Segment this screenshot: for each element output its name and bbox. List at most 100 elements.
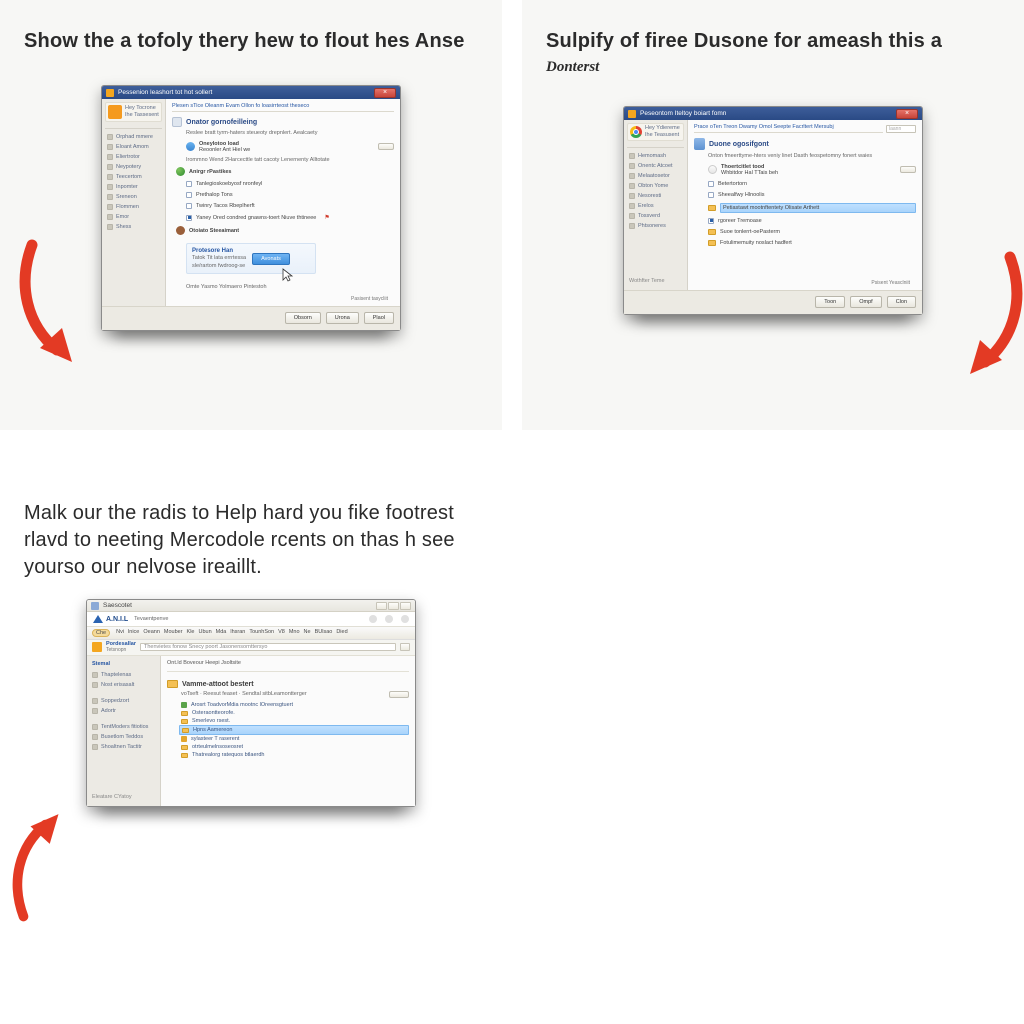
main-pane: Ont.ld Boveour Heepi Jsoltsite Vamme-att… [161, 656, 415, 806]
panel-1: Show the a tofoly thery hew to flout hes… [0, 0, 502, 430]
more-icon[interactable] [401, 615, 409, 623]
sidebar-hdr-line1: Hey Tocrone [125, 106, 159, 112]
list-item[interactable]: sylasteer T raserent [179, 735, 409, 743]
sidebar-item[interactable]: Erelos [627, 202, 684, 210]
highlighted-row[interactable]: Petiastawt mootnftentety Olisate Arthett [694, 202, 916, 214]
option-row[interactable]: Tanlegioskoebyosf nronfeyl [172, 180, 394, 188]
sidebar-hdr-line1: Hey Ydiereme [645, 126, 680, 132]
sidebar-item[interactable]: Emor [105, 213, 162, 221]
section-title: Onator gornofeilleing [186, 119, 257, 126]
sidebar-item[interactable]: Sreneon [105, 193, 162, 201]
folder-icon [181, 753, 188, 758]
dialog-2: Peseontom Iteltoy boiart fomn × Hey Ydie… [623, 106, 923, 315]
list-row[interactable]: Suoe tonlerrt-oePasterm [694, 228, 916, 236]
sidebar-item[interactable]: TentModers fitiotios [90, 723, 157, 731]
list-row[interactable]: rgoreer Tremoase [694, 217, 916, 225]
menu-strip[interactable]: Che NvilniceOeann MouberKleUbun Mdalhsra… [87, 627, 415, 640]
sidebar-item[interactable]: Obton Yome [627, 182, 684, 190]
tab-strip[interactable]: Prace oTen Treon Dwamy Omol Seepte Facrl… [694, 124, 883, 133]
sidebar-item[interactable]: Onentc Atcoet [627, 162, 684, 170]
close-icon[interactable]: × [896, 109, 918, 119]
brand-bar: A.N.I.L Tevaentpenve [87, 612, 415, 627]
explorer-body: Stemal Thaptelenas Nost erisasalt Sopped… [87, 656, 415, 806]
close-icon[interactable]: × [374, 88, 396, 98]
list-item-selected[interactable]: Hpns Aamereon [179, 725, 409, 735]
sidebar-item[interactable]: Tossverd [627, 212, 684, 220]
sidebar-item[interactable]: Nost erisasalt [90, 681, 157, 689]
sidebar-item[interactable]: Busetlom Teddos [90, 733, 157, 741]
dialog-button[interactable]: Plaol [364, 312, 394, 324]
sidebar-footer[interactable]: Eleatare CYatoy [90, 792, 157, 803]
dialog-1: Pessenion leashort tot hot sollert × Hey… [101, 85, 401, 331]
option-row[interactable]: Yaney Ored condred gnawns-toert Niuve th… [172, 213, 394, 222]
gear-icon[interactable] [385, 615, 393, 623]
sidebar-item[interactable]: Soppedzort [90, 697, 157, 705]
sidebar-item[interactable]: Teecertom [105, 173, 162, 181]
dialog-button[interactable]: Urona [326, 312, 359, 324]
toggle[interactable] [389, 691, 409, 698]
section-header: Duone ogosifgont [694, 138, 916, 150]
globe-icon [176, 167, 185, 176]
doc-icon [708, 165, 717, 174]
panel-2-caption: Sulpify of firee Dusone for ameash this … [546, 28, 1000, 55]
sidebar-item[interactable]: Hemomash [627, 152, 684, 160]
panel-1-caption: Show the a tofoly thery hew to flout hes… [24, 28, 478, 55]
go-button[interactable] [400, 643, 410, 651]
chrome-icon [630, 126, 642, 138]
app-icon [91, 602, 99, 610]
folder-icon [181, 745, 188, 750]
sidebar-item[interactable]: Inpomter [105, 183, 162, 191]
list-item[interactable]: Arosrt ToadvorMdia mootnc lOreensgtuert [179, 701, 409, 709]
sidebar-item[interactable]: Phtsoneres [627, 222, 684, 230]
sidebar-item[interactable]: Eloant Amom [105, 143, 162, 151]
list-item[interactable]: Thatrealorg ratequos btlaerdh [179, 751, 409, 759]
section-subtitle: Reslee bratt tyrm-haters steueoty drepnl… [172, 130, 394, 137]
info-row: Thoertcitlet tood Whbitdor Hal TTais beh [694, 163, 916, 177]
sidebar: Stemal Thaptelenas Nost erisasalt Sopped… [87, 656, 161, 806]
settings-icon [172, 117, 182, 127]
sidebar-item[interactable]: Eliertrotor [105, 153, 162, 161]
sidebar-item[interactable]: Shoaltnen Tactitr [90, 743, 157, 751]
search-input[interactable]: laann [886, 125, 916, 133]
sidebar-item[interactable]: Thaptelenas [90, 671, 157, 679]
folder-icon [182, 728, 189, 733]
sidebar-item[interactable]: Neypotery [105, 163, 162, 171]
window-buttons[interactable] [376, 602, 411, 610]
option-row[interactable]: Sheealfwy Hlnoolis [694, 191, 916, 199]
section-subtitle: voTseft · Reesut feaset · Sendtal sitbLe… [181, 691, 307, 698]
list-item[interactable]: otrteulmelnsoseosret [179, 743, 409, 751]
explorer-window: Saescotet A.N.I.L Tevaentpenve Che Nviln… [86, 599, 416, 807]
option-row[interactable]: Betertortorn [694, 180, 916, 188]
sidebar-item[interactable]: Adortr [90, 707, 157, 715]
brand-logo: A.N.I.L [93, 615, 128, 623]
help-icon[interactable] [369, 615, 377, 623]
toggle[interactable] [900, 166, 916, 173]
toggle[interactable] [378, 143, 394, 150]
address-field[interactable]: Thenvietes fonow Snecy poort Jasonensorn… [140, 643, 396, 651]
info-note: Irommno Wend 2Harcecttle tatt cacoty Len… [172, 157, 394, 164]
option-row[interactable]: Prethalop Tons [172, 191, 394, 199]
dialog-button[interactable]: Clon [887, 296, 916, 308]
sidebar-item[interactable]: Melaatosetor [627, 172, 684, 180]
list-item[interactable]: Osteraontteorofe. [179, 709, 409, 717]
tab-strip[interactable]: Plesen sTice Oleanm Evam Ollon fo loasir… [172, 103, 394, 112]
dialog-button[interactable]: Toon [815, 296, 845, 308]
dialog-button[interactable]: Obsorn [285, 312, 321, 324]
sidebar-hdr-line2: Ihe Teasusent [645, 133, 680, 139]
sidebar-item[interactable]: Flommen [105, 203, 162, 211]
list-row[interactable]: Fotulimemuity noslact hadfert [694, 239, 916, 247]
tabline[interactable]: Ont.ld Boveour Heepi Jsoltsite [167, 660, 409, 669]
callout-arrow-icon [6, 804, 76, 924]
sidebar-footer: Wothfter Teme [627, 276, 684, 287]
brand-sub: Tevaentpenve [134, 616, 168, 622]
promo-under: Omte Yasmo Yolmaero Pintestoh [172, 284, 394, 291]
promo-cta-button[interactable]: Avonats [252, 253, 290, 265]
main-pane: Plesen sTice Oleanm Evam Ollon fo loasir… [166, 99, 400, 306]
option-row[interactable]: Twinry Tacos Rbeplherft [172, 202, 394, 210]
list-item[interactable]: Smerlevo rsest. [179, 717, 409, 725]
sidebar-item[interactable]: Orphad mmere [105, 133, 162, 141]
sidebar-item[interactable]: Nesoresti [627, 192, 684, 200]
dialog-button[interactable]: Ompf [850, 296, 881, 308]
folder-icon [708, 240, 716, 246]
sidebar-item[interactable]: Shess [105, 223, 162, 231]
